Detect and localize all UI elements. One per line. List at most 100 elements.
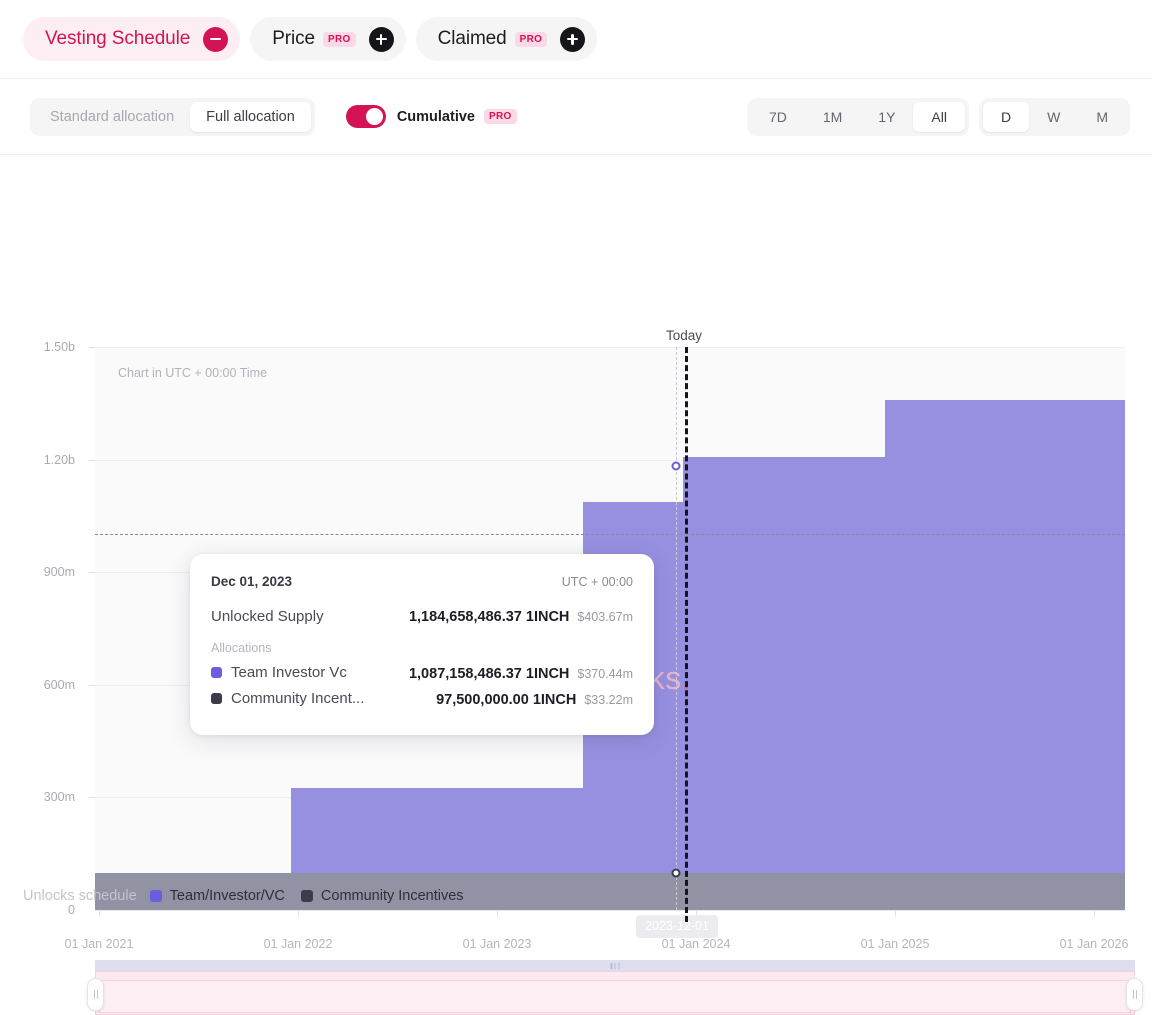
handle-grip-icon: [93, 990, 98, 999]
allocation-option-full[interactable]: Full allocation: [190, 101, 311, 132]
y-axis-label: 600m: [43, 678, 75, 692]
tooltip-total-row: Unlocked Supply 1,184,658,486.37 1INCH $…: [211, 608, 633, 625]
plus-icon-vertical: [571, 33, 574, 45]
allocation-toggle-group: Standard allocation Full allocation: [30, 97, 315, 136]
legend-color-swatch: [300, 890, 313, 902]
tab-label: Price: [272, 28, 316, 49]
tooltip-allocation-amount: 97,500,000.00 1INCH: [436, 692, 577, 708]
slider-grip-icon: [610, 963, 620, 969]
chart-toolbar: Standard allocation Full allocation Cumu…: [0, 79, 1152, 155]
series-color-swatch-team: [211, 667, 222, 678]
range-1m[interactable]: 1M: [805, 102, 860, 132]
series-color-swatch-community: [211, 693, 222, 704]
x-axis-tick: [99, 911, 100, 917]
x-axis-tick: [1094, 911, 1095, 917]
tooltip-total-usd: $403.67m: [577, 610, 633, 624]
x-axis-label: 01 Jan 2021: [64, 937, 134, 951]
range-controls: 7D 1M 1Y All D W M: [746, 97, 1130, 136]
tooltip-allocations-label: Allocations: [211, 641, 272, 655]
time-range-group: 7D 1M 1Y All: [746, 97, 969, 136]
toggle-switch[interactable]: [345, 105, 386, 128]
legend-item-label: Community Incentives: [320, 888, 464, 904]
tooltip-allocation-row: Team Investor Vc 1,087,158,486.37 1INCH …: [211, 664, 633, 682]
tab-price[interactable]: Price PRO: [250, 17, 406, 61]
x-axis-tick: [497, 911, 498, 917]
x-axis-label: 01 Jan 2026: [1059, 937, 1129, 951]
slider-handle-right[interactable]: [1126, 978, 1143, 1011]
y-axis-label: 1.50b: [43, 340, 75, 354]
x-axis-label: 01 Jan 2024: [661, 937, 731, 951]
tooltip-allocation-usd: $33.22m: [584, 693, 633, 707]
slider-handle-left[interactable]: [87, 978, 104, 1011]
y-axis-tick: [89, 572, 95, 573]
interval-day[interactable]: D: [982, 101, 1030, 132]
allocation-option-standard[interactable]: Standard allocation: [34, 102, 190, 132]
slider-selection-inner: [99, 980, 1131, 1013]
handle-grip-icon: [1132, 990, 1137, 999]
y-axis-label: 900m: [43, 565, 75, 579]
remove-vesting-schedule-button[interactable]: [203, 26, 229, 52]
x-axis-line: [95, 910, 1125, 911]
tab-claimed[interactable]: Claimed PRO: [415, 17, 598, 61]
interval-week[interactable]: W: [1029, 102, 1078, 132]
legend-item-community-incentives[interactable]: Community Incentives: [300, 888, 464, 904]
tab-label: Claimed: [437, 28, 507, 49]
tab-label: Vesting Schedule: [45, 28, 191, 49]
vesting-chart[interactable]: ocks. Chart in UTC + 00:00 Time 1.50b 1.…: [0, 155, 1152, 1015]
range-all[interactable]: All: [913, 101, 965, 132]
utc-note: Chart in UTC + 00:00 Time: [118, 366, 268, 380]
data-point-marker-team: [671, 461, 681, 471]
tooltip-date: Dec 01, 2023: [211, 574, 293, 589]
legend-item-label: Team/Investor/VC: [169, 888, 285, 904]
minus-icon: [210, 37, 222, 41]
x-axis-tick: [895, 911, 896, 917]
chart-range-slider[interactable]: [87, 960, 1143, 1015]
toggle-knob: [365, 108, 383, 125]
slider-track[interactable]: [95, 960, 1135, 971]
tooltip-allocation-name: Community Incent...: [231, 690, 365, 707]
y-axis-tick: [89, 685, 95, 686]
y-axis-tick: [89, 797, 95, 798]
tooltip-allocation-name: Team Investor Vc: [231, 664, 347, 681]
x-axis-tick: [298, 911, 299, 917]
y-axis-tick: [89, 347, 95, 348]
cumulative-label: Cumulative: [396, 108, 475, 125]
tab-vesting-schedule[interactable]: Vesting Schedule: [23, 17, 241, 61]
legend-item-team-investor-vc[interactable]: Team/Investor/VC: [149, 888, 285, 904]
chart-tooltip: Dec 01, 2023 UTC + 00:00 Unlocked Supply…: [190, 554, 654, 735]
reference-line: [95, 534, 1125, 535]
tooltip-header: Dec 01, 2023 UTC + 00:00: [211, 574, 633, 589]
tooltip-allocation-row: Community Incent... 97,500,000.00 1INCH …: [211, 690, 633, 708]
legend-color-swatch: [149, 890, 162, 902]
data-point-marker-community: [671, 868, 681, 878]
pro-badge: PRO: [514, 31, 548, 47]
add-claimed-button[interactable]: [560, 26, 586, 52]
cursor-date-label: 2023-12-01: [636, 915, 718, 938]
y-axis-label: 1.20b: [43, 453, 75, 467]
add-price-button[interactable]: [368, 26, 394, 52]
pro-badge: PRO: [484, 109, 517, 124]
range-1y[interactable]: 1Y: [860, 102, 913, 132]
tooltip-allocation-amount: 1,087,158,486.37 1INCH: [408, 666, 570, 682]
chart-legend: Unlocks schedule Team/Investor/VC Commun…: [23, 888, 480, 904]
tooltip-allocation-usd: $370.44m: [577, 667, 633, 681]
x-axis-label: 01 Jan 2022: [263, 937, 333, 951]
tooltip-timezone: UTC + 00:00: [561, 575, 633, 589]
cumulative-toggle[interactable]: Cumulative PRO: [345, 105, 517, 128]
today-marker-line: [685, 347, 688, 922]
y-axis-label: 0: [68, 903, 75, 917]
chart-type-tabs: Vesting Schedule Price PRO Claimed PRO: [0, 0, 1152, 79]
hover-cursor-line: [676, 347, 677, 910]
legend-title: Unlocks schedule: [23, 888, 137, 904]
interval-month[interactable]: M: [1078, 102, 1126, 132]
tooltip-total-amount: 1,184,658,486.37 1INCH: [408, 609, 570, 625]
tooltip-total-label: Unlocked Supply: [211, 608, 324, 625]
range-7d[interactable]: 7D: [751, 102, 805, 132]
x-axis-label: 01 Jan 2023: [462, 937, 532, 951]
y-axis-tick: [89, 460, 95, 461]
interval-group: D W M: [978, 97, 1130, 136]
today-label: Today: [665, 328, 703, 343]
x-axis-label: 01 Jan 2025: [860, 937, 930, 951]
y-axis-label: 300m: [43, 790, 75, 804]
pro-badge: PRO: [323, 31, 356, 47]
